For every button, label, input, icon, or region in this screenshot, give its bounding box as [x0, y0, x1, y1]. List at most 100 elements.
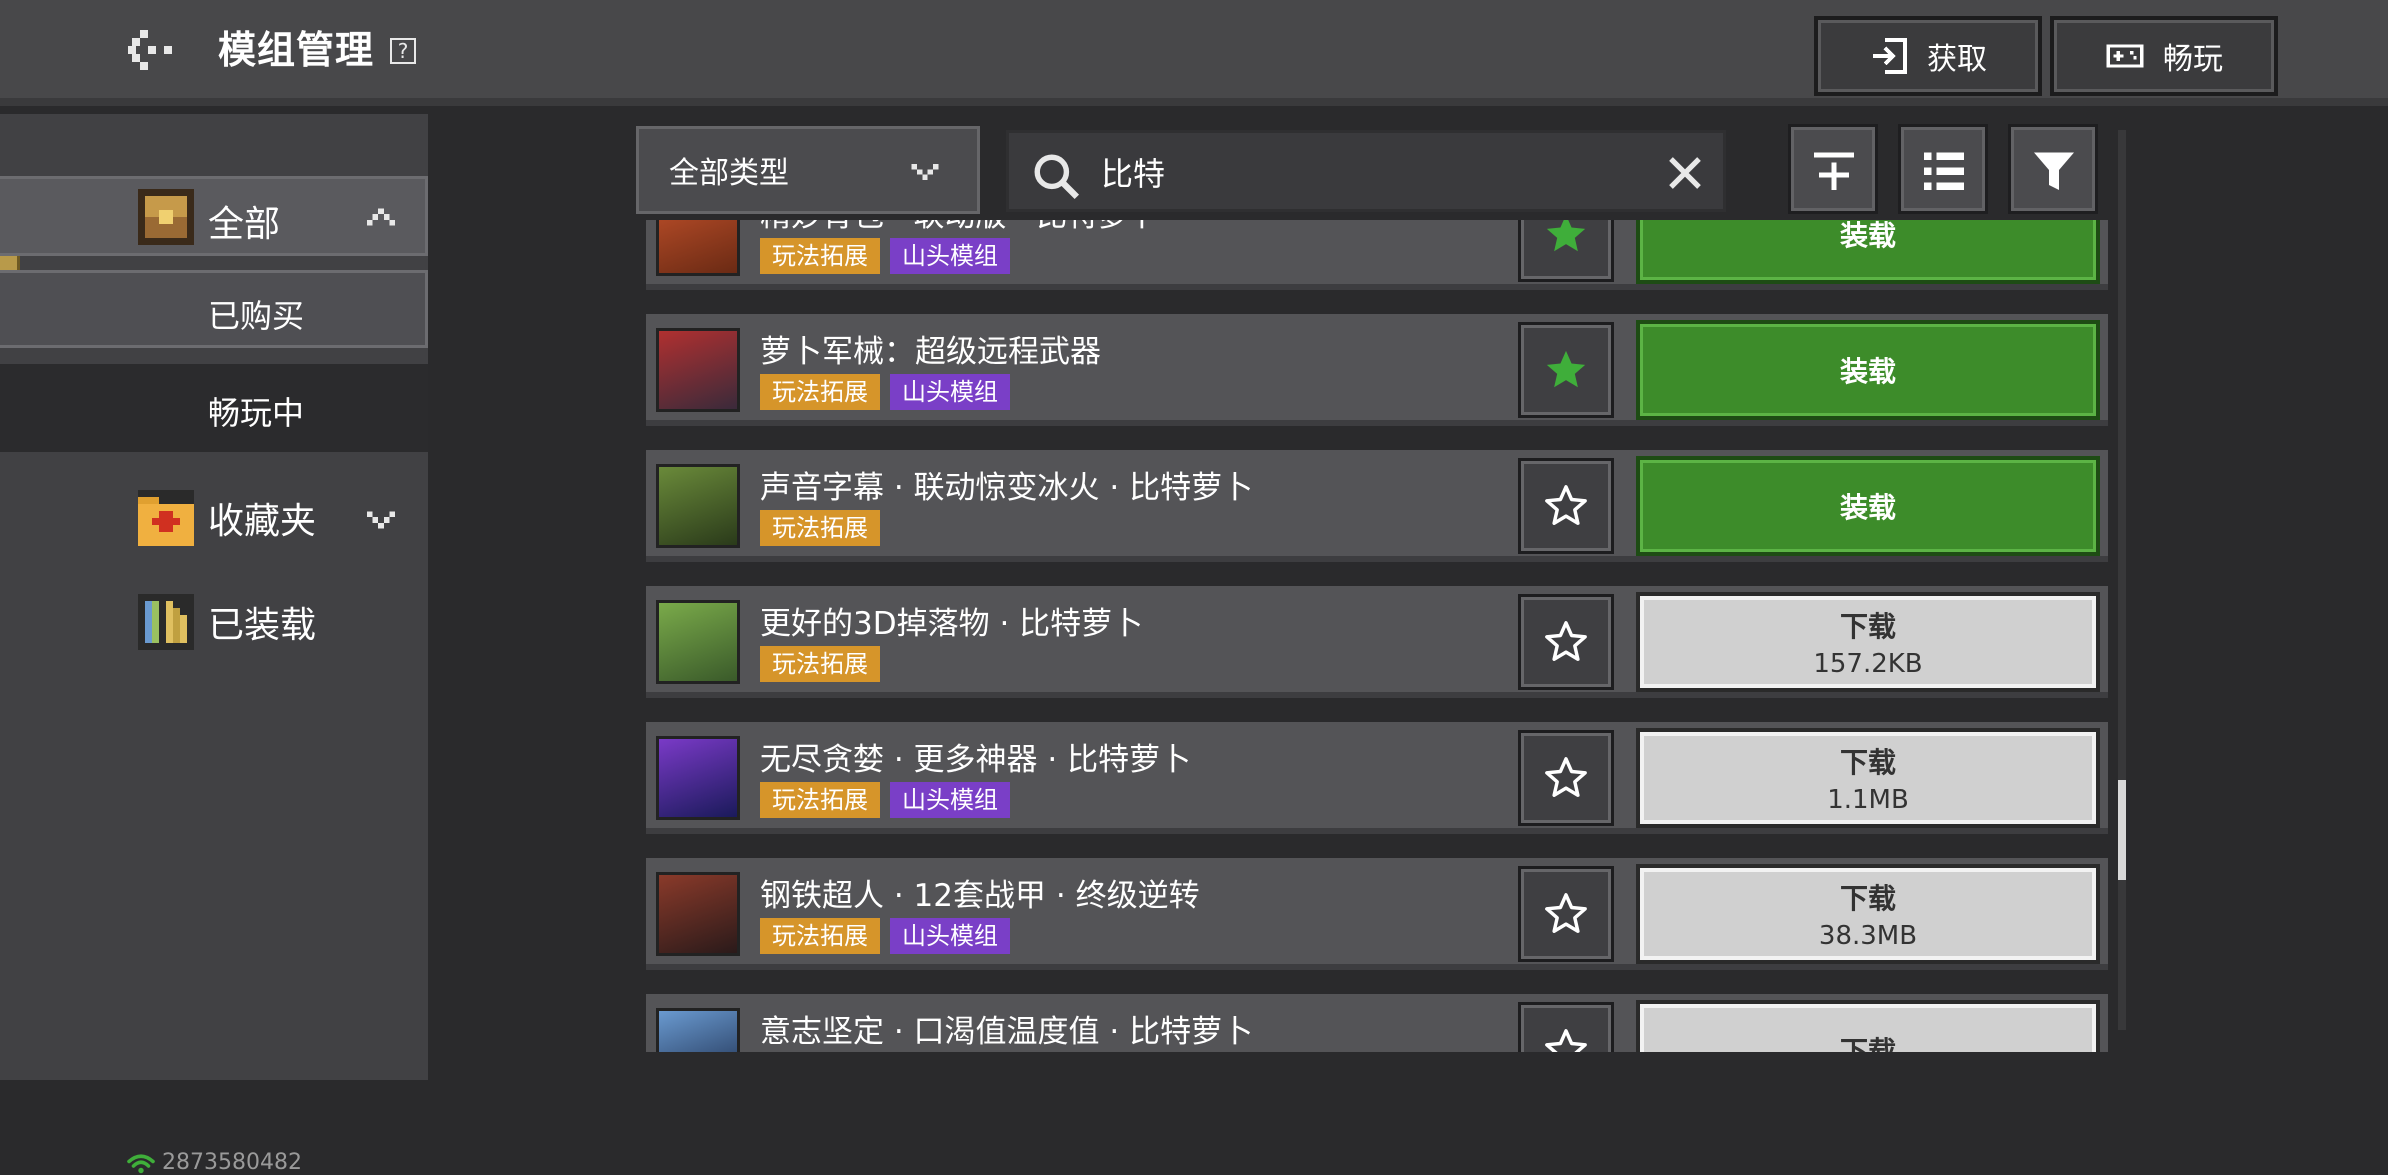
mod-tags: 玩法拓展 山头模组	[760, 374, 1010, 410]
scrollbar-track[interactable]	[2118, 130, 2126, 1030]
tag-gameplay: 玩法拓展	[760, 510, 880, 546]
search-box	[1006, 130, 1726, 212]
tag-gameplay: 玩法拓展	[760, 374, 880, 410]
sidebar-item-label: 已购买	[208, 297, 305, 335]
action-label: 下载	[1839, 1035, 1896, 1052]
mod-thumbnail	[656, 872, 740, 956]
search-icon	[1034, 154, 1080, 200]
favorite-button[interactable]	[1518, 594, 1614, 690]
sidebar-item-label: 全部	[208, 204, 281, 245]
download-size: 157.2KB	[1813, 649, 1923, 679]
mod-thumbnail	[656, 464, 740, 548]
mod-title: 无尽贪婪 · 更多神器 · 比特萝卜	[760, 742, 1192, 778]
action-label: 下载	[1839, 746, 1896, 779]
mod-row[interactable]: 无尽贪婪 · 更多神器 · 比特萝卜 玩法拓展 山头模组 下载 1.1MB	[646, 722, 2108, 834]
download-button[interactable]: 下载 1.1MB	[1636, 728, 2100, 828]
mod-row[interactable]: 声音字幕 · 联动惊变冰火 · 比特萝卜 玩法拓展 装载	[646, 450, 2108, 562]
mod-title: 意志坚定 · 口渴值温度值 · 比特萝卜	[760, 1014, 1254, 1050]
chevron-down-icon	[366, 511, 396, 529]
favorite-button[interactable]	[1518, 458, 1614, 554]
tag-gameplay: 玩法拓展	[760, 238, 880, 274]
import-icon	[1873, 38, 1907, 74]
favorite-button[interactable]	[1518, 1002, 1614, 1052]
mod-tags: 玩法拓展	[760, 646, 880, 682]
mod-row[interactable]: 意志坚定 · 口渴值温度值 · 比特萝卜下载	[646, 994, 2108, 1052]
mod-row[interactable]: 萝卜军械：超级远程武器 玩法拓展 山头模组 装载	[646, 314, 2108, 426]
sidebar: 全部 已购买 畅玩中 收藏夹 已装载 2873580482	[0, 114, 428, 1175]
filter-button[interactable]	[2008, 124, 2098, 214]
type-select-value: 全部类型	[669, 156, 789, 191]
load-button[interactable]: 装载	[1636, 456, 2100, 556]
account-info: 2873580482	[126, 1150, 302, 1175]
sidebar-item-favorites[interactable]: 收藏夹	[0, 478, 428, 558]
mod-row[interactable]: 精妙背包 · 联动版 · 比特萝卜玩法拓展山头模组 装载	[646, 218, 2108, 290]
header-bar: 模组管理 ? 获取 畅玩	[0, 0, 2388, 106]
star-outline-icon	[1545, 893, 1587, 933]
books-icon	[138, 594, 194, 650]
chest-icon	[138, 189, 194, 245]
download-button[interactable]: 下载 38.3MB	[1636, 864, 2100, 964]
filter-icon	[2034, 152, 2074, 190]
sidebar-item-installed[interactable]: 已装载	[0, 582, 428, 662]
mod-thumbnail	[656, 600, 740, 684]
help-icon[interactable]: ?	[390, 38, 416, 64]
mod-list: 精妙背包 · 联动版 · 比特萝卜玩法拓展山头模组装载萝卜军械：超级远程武器玩法…	[646, 218, 2108, 1052]
list-icon	[1924, 152, 1964, 190]
list-view-button[interactable]	[1898, 124, 1988, 214]
action-label: 装载	[1839, 355, 1896, 388]
star-outline-icon	[1545, 621, 1587, 661]
tag-gameplay: 玩法拓展	[760, 918, 880, 954]
load-button[interactable]: 装载	[1636, 218, 2100, 284]
mod-row[interactable]: 钢铁超人 · 12套战甲 · 终级逆转 玩法拓展 山头模组 下载 38.3MB	[646, 858, 2108, 970]
favorite-button[interactable]	[1518, 322, 1614, 418]
scrollbar-thumb[interactable]	[2118, 780, 2126, 880]
get-button[interactable]: 获取	[1814, 16, 2042, 96]
wifi-icon	[127, 1153, 155, 1173]
toolbar: 全部类型	[636, 124, 2110, 220]
load-button[interactable]: 装载	[1636, 320, 2100, 420]
action-label: 下载	[1839, 610, 1896, 643]
sidebar-item-label: 收藏夹	[208, 501, 317, 542]
back-button[interactable]	[128, 26, 184, 74]
tag-shantou: 山头模组	[890, 374, 1010, 410]
mod-thumbnail	[656, 736, 740, 820]
favorite-button[interactable]	[1518, 218, 1614, 282]
type-select[interactable]: 全部类型	[636, 126, 980, 214]
tag-shantou: 山头模组	[890, 918, 1010, 954]
play-button[interactable]: 畅玩	[2050, 16, 2278, 96]
mod-title: 钢铁超人 · 12套战甲 · 终级逆转	[760, 878, 1200, 914]
mod-thumbnail	[656, 1008, 740, 1052]
page-title: 模组管理	[218, 28, 375, 72]
tag-gameplay: 玩法拓展	[760, 646, 880, 682]
mod-thumbnail	[656, 328, 740, 412]
star-filled-icon	[1546, 350, 1586, 388]
mod-row[interactable]: 更好的3D掉落物 · 比特萝卜 玩法拓展 下载 157.2KB	[646, 586, 2108, 698]
download-size: 38.3MB	[1818, 921, 1918, 951]
folder-star-icon	[138, 490, 194, 546]
action-label: 装载	[1839, 219, 1896, 252]
search-input[interactable]	[1099, 147, 1623, 197]
chevron-down-icon	[911, 164, 939, 180]
download-button[interactable]: 下载	[1636, 1000, 2100, 1052]
favorite-button[interactable]	[1518, 866, 1614, 962]
sidebar-item-playing[interactable]: 畅玩中	[0, 364, 428, 452]
mod-thumbnail	[656, 218, 740, 276]
sidebar-item-purchased[interactable]: 已购买	[0, 270, 428, 348]
download-button[interactable]: 下载 157.2KB	[1636, 592, 2100, 692]
sidebar-item-label: 畅玩中	[208, 394, 305, 432]
mod-title: 更好的3D掉落物 · 比特萝卜	[760, 606, 1144, 642]
action-label: 下载	[1839, 882, 1896, 915]
play-button-label: 畅玩	[2163, 42, 2223, 77]
star-outline-icon	[1545, 485, 1587, 525]
gamepad-icon	[2106, 44, 2144, 68]
mod-tags: 玩法拓展 山头模组	[760, 918, 1010, 954]
back-arrow-icon	[128, 30, 172, 70]
pin-top-icon	[1814, 152, 1854, 190]
sidebar-item-all[interactable]: 全部	[0, 176, 428, 256]
sort-to-top-button[interactable]	[1788, 124, 1878, 214]
action-label: 装载	[1839, 491, 1896, 524]
favorite-button[interactable]	[1518, 730, 1614, 826]
mod-title: 萝卜军械：超级远程武器	[760, 334, 1101, 370]
clear-search-icon[interactable]	[1665, 153, 1705, 193]
mod-tags: 玩法拓展 山头模组	[760, 238, 1010, 274]
